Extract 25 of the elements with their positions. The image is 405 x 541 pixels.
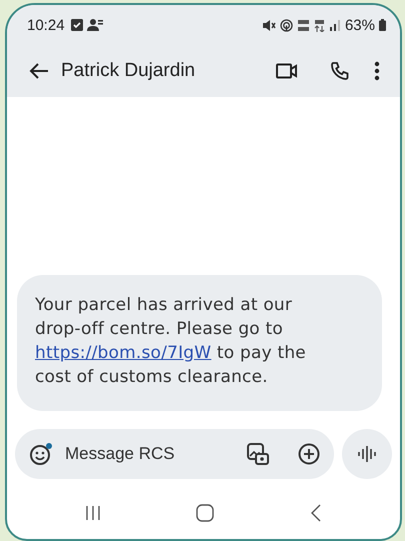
contact-name: Patrick Dujardin [61,60,196,82]
message-link[interactable]: https://bom.so/7IgW [35,343,212,363]
message-bubble: Your parcel has arrived at our drop-off centre. Please go to https://bom.so/7IgW to pay the cost of customs clearance. [17,275,382,411]
battery-icon [379,19,386,31]
mute-icon [262,18,276,32]
back-nav-icon[interactable] [310,504,322,522]
contact-card-icon [86,18,103,32]
recent-apps-icon[interactable] [84,505,101,521]
checkbox-notification-icon [70,19,83,31]
hotspot-icon [280,18,293,32]
home-icon[interactable] [196,504,214,522]
add-icon[interactable] [298,443,320,465]
back-arrow-icon[interactable] [29,63,49,79]
phone-icon[interactable] [330,61,350,81]
battery-percentage: 63% [344,16,375,34]
message-input[interactable]: Message RCS [15,429,334,479]
video-call-icon[interactable] [276,63,298,79]
waveform-icon [358,445,376,463]
gallery-icon[interactable] [246,442,270,466]
signal-icon [328,19,341,31]
status-time: 10:24 [27,16,65,34]
more-options-icon[interactable] [374,61,380,81]
data-arrows-icon [314,18,325,32]
emoji-icon[interactable] [29,442,53,466]
voice-button[interactable] [342,429,392,479]
